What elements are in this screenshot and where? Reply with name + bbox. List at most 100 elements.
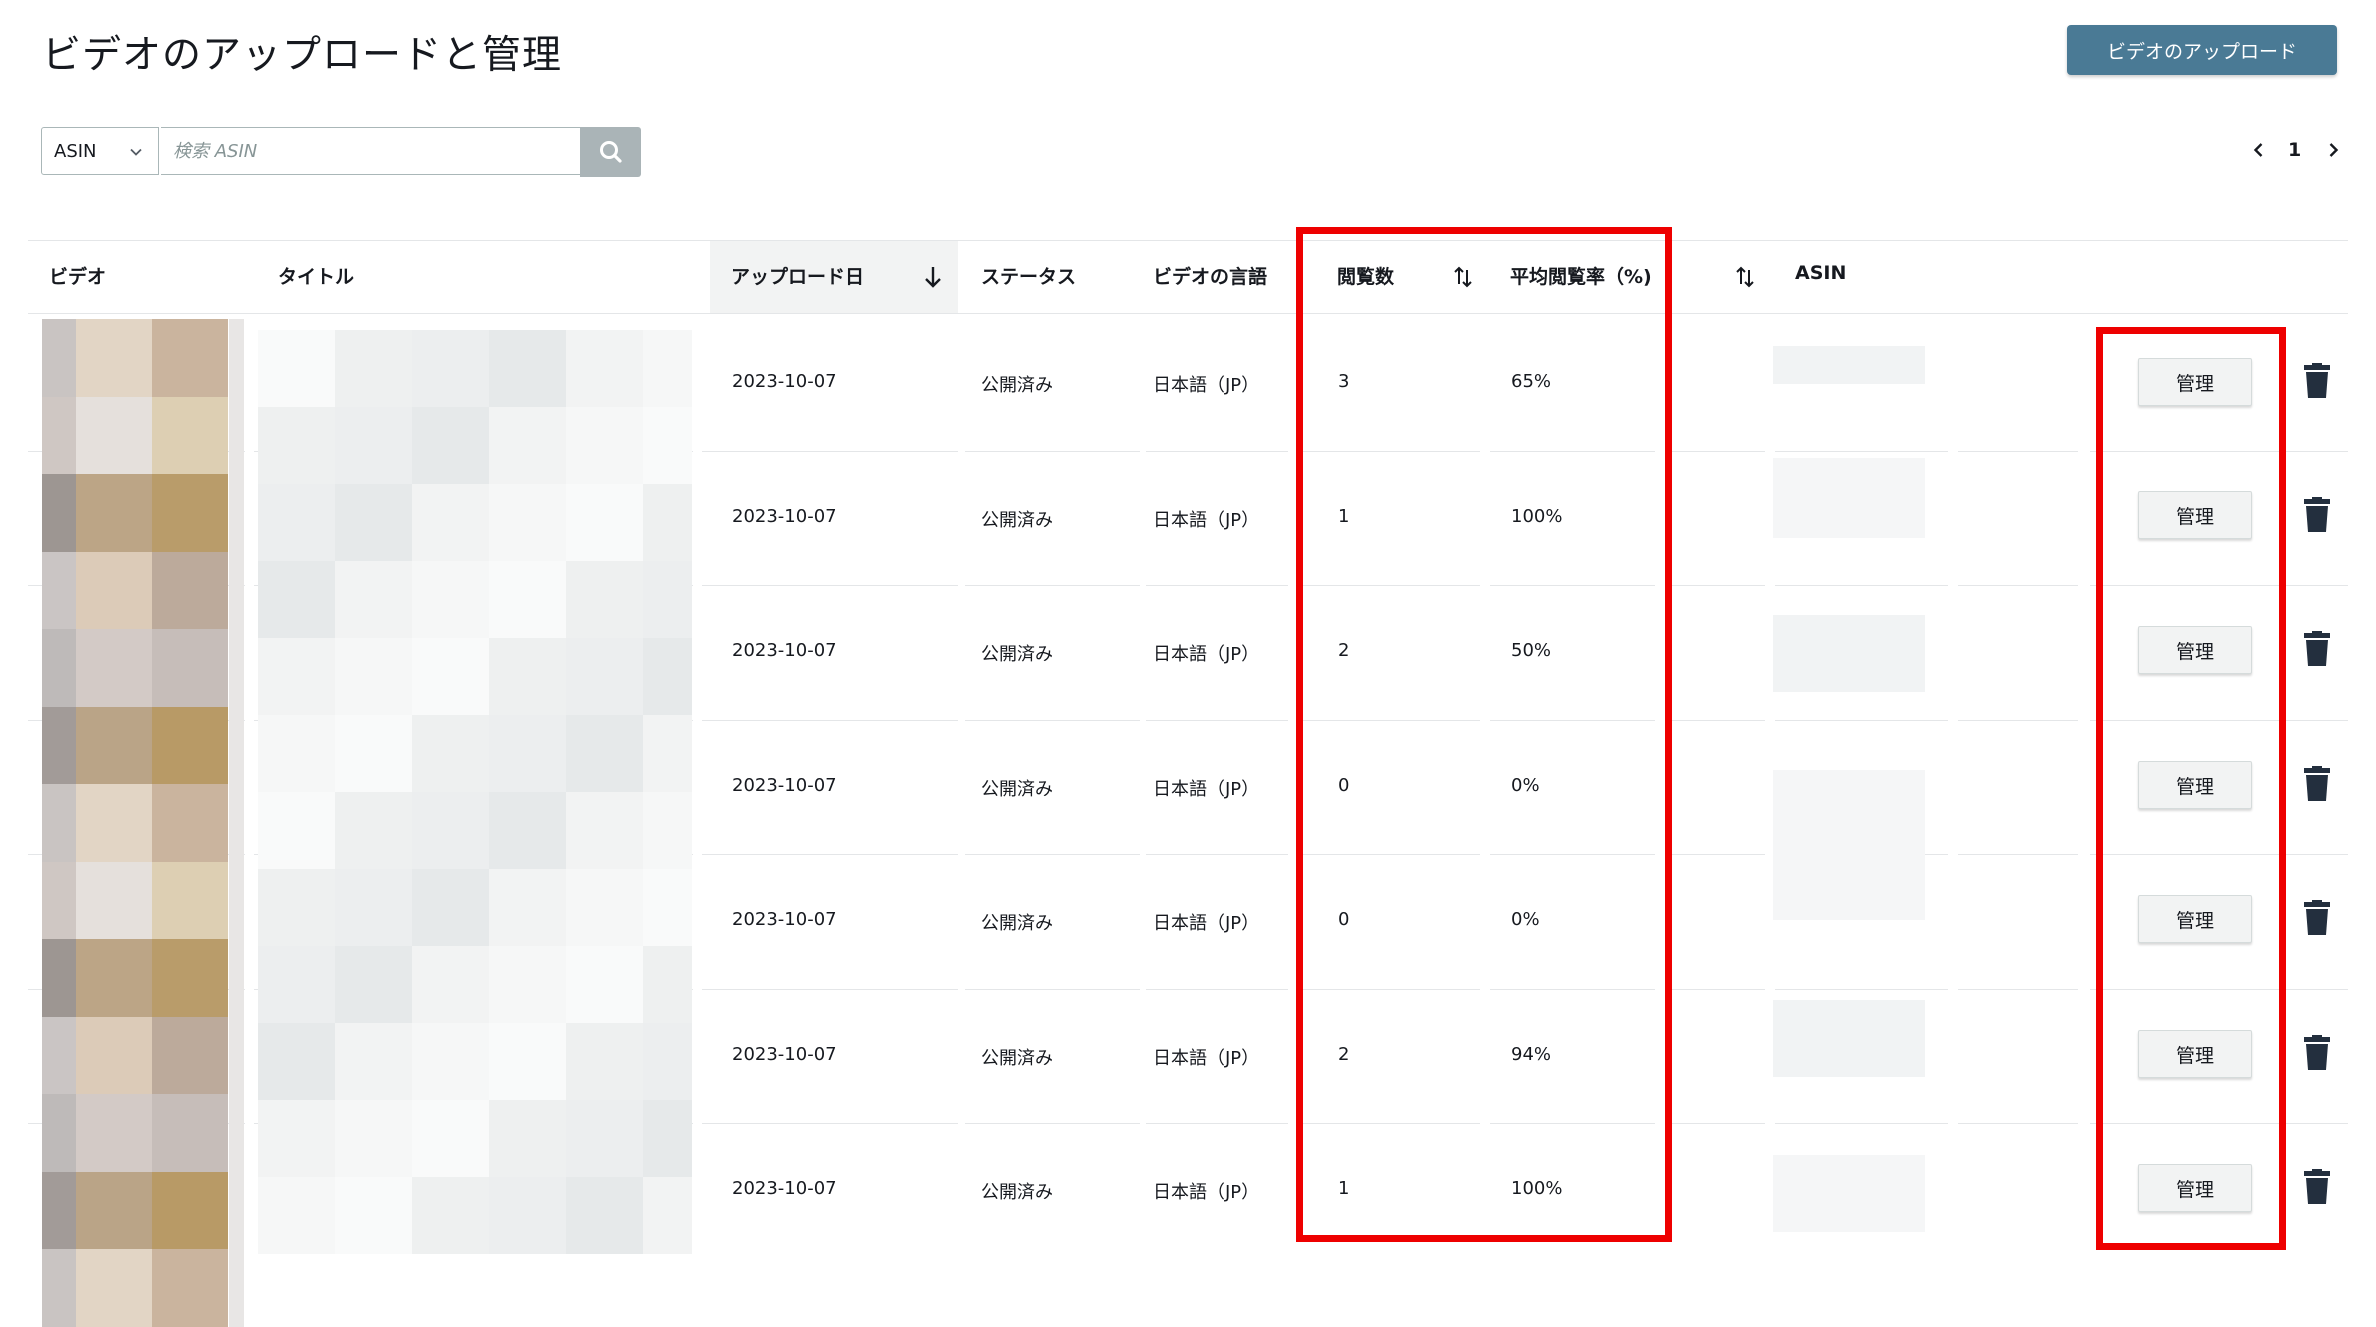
trash-icon[interactable] (2303, 363, 2331, 399)
next-page-button[interactable] (2318, 134, 2348, 166)
thumbnail-pixel (42, 319, 76, 397)
page-title: ビデオのアップロードと管理 (42, 33, 563, 78)
status-cell: 公開済み (981, 1048, 1053, 1069)
title-pixel (566, 792, 643, 869)
title-pixel (258, 869, 335, 946)
thumbnail-pixel (42, 474, 76, 552)
row-divider (1665, 989, 1765, 990)
upload-date-cell: 2023-10-07 (732, 506, 837, 527)
upload-video-button[interactable]: ビデオのアップロード (2067, 25, 2337, 75)
row-divider (1146, 585, 1288, 586)
title-pixel (643, 638, 692, 715)
thumbnail-pixel (152, 552, 228, 630)
title-pixel (566, 869, 643, 946)
thumbnail-pixel (152, 1094, 228, 1172)
row-divider (1775, 720, 1948, 721)
upload-date-cell: 2023-10-07 (732, 640, 837, 661)
thumbnail-pixel (76, 784, 152, 862)
thumbnail-pixel (76, 319, 152, 397)
thumbnail-pixel (76, 939, 152, 1017)
title-pixel (258, 638, 335, 715)
thumbnail-pixel (152, 784, 228, 862)
thumbnail-pixel (152, 939, 228, 1017)
row-divider (702, 720, 958, 721)
status-cell: 公開済み (981, 644, 1053, 665)
title-pixel (566, 715, 643, 792)
title-pixel (643, 330, 692, 407)
title-pixel (412, 638, 489, 715)
language-cell: 日本語（JP） (1153, 1182, 1260, 1203)
row-divider (1958, 585, 2078, 586)
trash-icon[interactable] (2303, 1169, 2331, 1205)
title-pixel (335, 638, 412, 715)
title-pixel (489, 715, 566, 792)
trash-icon[interactable] (2303, 766, 2331, 802)
title-pixel (258, 1177, 335, 1254)
thumbnail-pixel (76, 1094, 152, 1172)
title-pixel (489, 1177, 566, 1254)
current-page-number[interactable]: 1 (2288, 134, 2301, 166)
title-pixel (489, 407, 566, 484)
thumbnail-pixel (152, 1017, 228, 1095)
thumbnail-pixel (42, 1094, 76, 1172)
trash-icon[interactable] (2303, 631, 2331, 667)
search-button[interactable] (580, 127, 641, 177)
search-field-select[interactable]: ASIN (41, 127, 159, 175)
chevron-left-icon (2253, 143, 2263, 157)
title-pixel (643, 484, 692, 561)
asin-pixel (1773, 615, 1925, 692)
title-pixel (335, 1100, 412, 1177)
thumbnail-pixel (76, 707, 152, 785)
row-divider (702, 1123, 958, 1124)
thumbnail-pixel (152, 707, 228, 785)
trash-icon[interactable] (2303, 497, 2331, 533)
title-pixel (489, 638, 566, 715)
title-pixel (412, 1023, 489, 1100)
trash-icon[interactable] (2303, 900, 2331, 936)
thumbnail-pixel (229, 474, 244, 552)
thumbnail-pixel (229, 1172, 244, 1250)
search-input[interactable] (161, 127, 581, 175)
thumbnail-pixel (229, 784, 244, 862)
thumbnail-pixel (42, 784, 76, 862)
title-pixel (489, 484, 566, 561)
title-pixel (412, 1177, 489, 1254)
title-pixel (643, 1177, 692, 1254)
language-cell: 日本語（JP） (1153, 644, 1260, 665)
title-pixel (258, 792, 335, 869)
column-header-asin[interactable]: ASIN (1795, 262, 1846, 284)
column-header-title[interactable]: タイトル (278, 262, 354, 289)
title-pixel (566, 946, 643, 1023)
sort-descending-icon[interactable] (922, 264, 944, 290)
chevron-down-icon (130, 148, 142, 156)
title-pixel (566, 1100, 643, 1177)
thumbnail-pixel (76, 1249, 152, 1327)
row-divider (1775, 1123, 1948, 1124)
thumbnail-pixel (76, 629, 152, 707)
column-header-video[interactable]: ビデオ (49, 262, 106, 289)
column-header-status[interactable]: ステータス (981, 262, 1076, 289)
row-divider (1146, 1123, 1288, 1124)
row-divider (965, 720, 1140, 721)
column-header-upload-date[interactable]: アップロード日 (731, 262, 864, 289)
highlight-box-manage-buttons (2096, 327, 2286, 1250)
status-cell: 公開済み (981, 779, 1053, 800)
row-divider (1958, 720, 2078, 721)
title-pixel (412, 484, 489, 561)
status-cell: 公開済み (981, 1182, 1053, 1203)
upload-date-cell: 2023-10-07 (732, 1178, 837, 1199)
sort-toggle-icon[interactable] (1734, 264, 1756, 290)
trash-icon[interactable] (2303, 1035, 2331, 1071)
column-header-language[interactable]: ビデオの言語 (1153, 262, 1267, 289)
highlight-box-views-columns (1296, 227, 1672, 1242)
title-pixel (335, 407, 412, 484)
thumbnail-pixel (42, 552, 76, 630)
previous-page-button[interactable] (2244, 134, 2274, 166)
language-cell: 日本語（JP） (1153, 510, 1260, 531)
language-cell: 日本語（JP） (1153, 1048, 1260, 1069)
asin-pixel (1773, 1155, 1925, 1232)
row-divider (965, 989, 1140, 990)
table-header-border (28, 313, 2348, 314)
row-divider (1665, 720, 1765, 721)
row-divider (1775, 451, 1948, 452)
